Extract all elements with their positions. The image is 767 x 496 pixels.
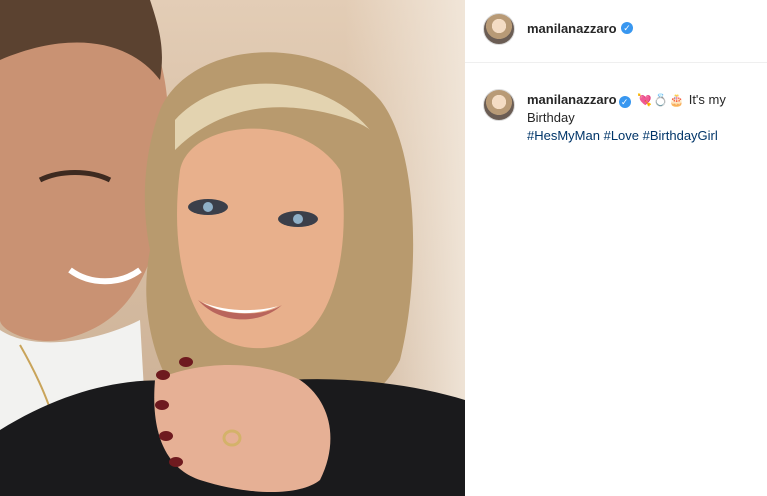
instagram-post: manilanazzaro ✓ manilanazzaro ✓ 💘💍🎂 It's … [0,0,767,496]
photo-illustration [0,0,465,496]
caption-avatar[interactable] [483,89,515,121]
post-header: manilanazzaro ✓ [465,0,767,63]
verified-badge-icon: ✓ [621,22,633,34]
profile-avatar[interactable] [483,13,515,45]
hashtag-link[interactable]: #Love [604,128,639,143]
cake-emoji-icon: 🎂 [669,93,685,107]
header-username[interactable]: manilanazzaro [527,21,617,36]
post-photo[interactable] [0,0,465,496]
heart-emoji-icon: 💘 [637,93,653,107]
caption-text-block: manilanazzaro ✓ 💘💍🎂 It's my Birthday #Hes… [527,91,747,145]
caption-comment: manilanazzaro ✓ 💘💍🎂 It's my Birthday #Hes… [465,62,767,162]
hashtag-link[interactable]: #BirthdayGirl [643,128,718,143]
post-side-panel: manilanazzaro ✓ manilanazzaro ✓ 💘💍🎂 It's … [465,0,767,496]
hashtag-link[interactable]: #HesMyMan [527,128,600,143]
caption-username[interactable]: manilanazzaro [527,92,617,107]
ring-emoji-icon: 💍 [653,93,669,107]
verified-badge-icon: ✓ [618,96,631,108]
